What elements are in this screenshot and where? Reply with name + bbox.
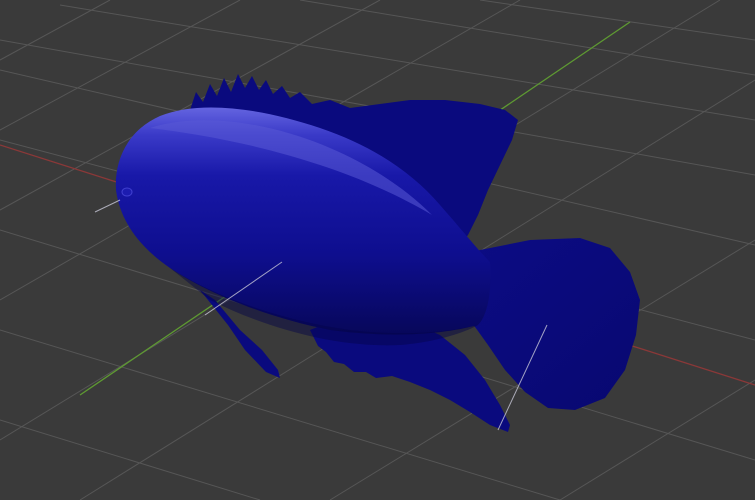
3d-viewport[interactable] [0, 0, 755, 500]
fish-eye [121, 187, 133, 197]
